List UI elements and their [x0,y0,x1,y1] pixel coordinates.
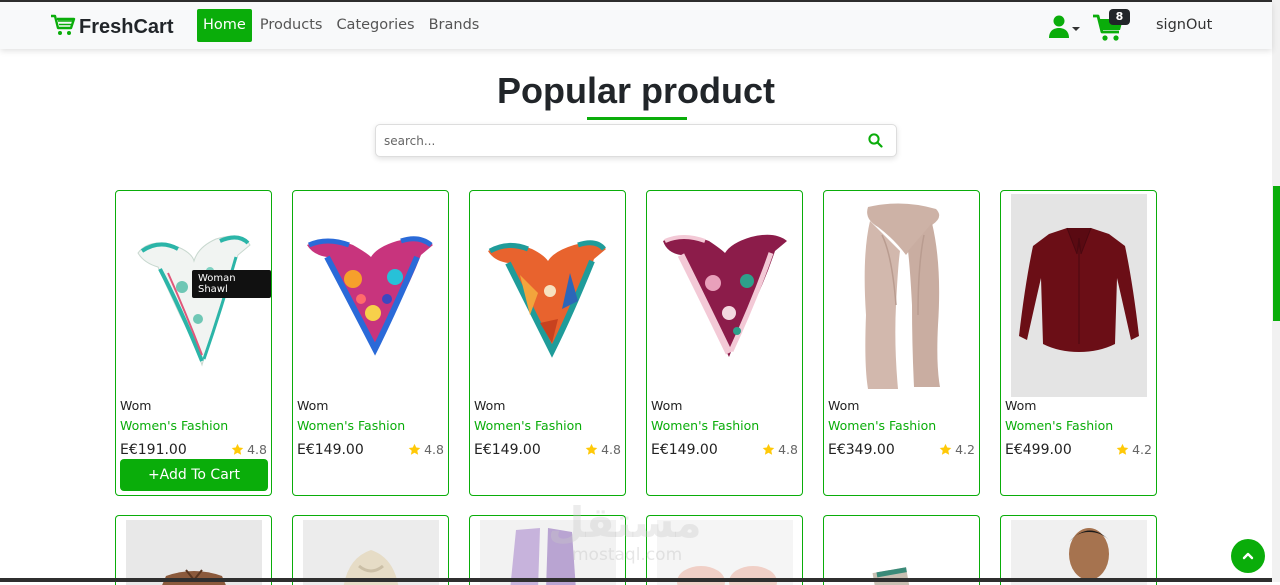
nav-link-categories[interactable]: Categories [329,9,421,42]
product-category-short: Wom [828,398,860,413]
product-card[interactable]: Wom Women's Fashion E€499.00 4.2 [1000,190,1157,496]
product-image[interactable] [474,195,622,395]
scrollbar-thumb[interactable] [1273,186,1280,321]
product-category: Women's Fashion [120,418,229,433]
product-image[interactable] [834,520,970,585]
product-price: E€499.00 [1005,442,1072,458]
rating-value: 4.8 [247,442,267,457]
product-price: E€149.00 [297,442,364,458]
product-price: E€191.00 [120,442,187,458]
rating-value: 4.2 [955,442,975,457]
product-card[interactable]: Wom Women's Fashion E€149.00 4.8 [646,190,803,496]
search-icon[interactable] [868,133,883,152]
product-price: E€349.00 [828,442,895,458]
product-card[interactable] [292,515,449,585]
signout-link[interactable]: signOut [1156,17,1212,33]
product-card[interactable] [823,515,980,585]
product-image[interactable] [828,195,976,395]
star-icon [939,443,952,455]
product-category-short: Wom [474,398,506,413]
product-category: Women's Fashion [297,418,406,433]
product-image[interactable] [1011,520,1147,585]
rating-value: 4.2 [1132,442,1152,457]
product-tooltip: Woman Shawl [192,270,271,298]
scroll-to-top-button[interactable] [1231,539,1265,573]
star-icon [231,443,244,455]
nav-link-brands[interactable]: Brands [422,9,487,42]
cart-button[interactable]: 8 [1092,9,1132,43]
star-icon [585,443,598,455]
chevron-up-icon [1242,552,1254,560]
star-icon [762,443,775,455]
nav-link-home[interactable]: Home [197,9,252,42]
star-icon [408,443,421,455]
watermark-url: mostaql.com [572,545,683,565]
product-rating: 4.2 [1116,442,1152,457]
product-card[interactable] [1000,515,1157,585]
product-category: Women's Fashion [651,418,760,433]
product-rating: 4.8 [408,442,444,457]
star-icon [1116,443,1129,455]
user-menu-toggle[interactable] [1048,14,1080,42]
cart-icon [50,13,76,41]
title-underline [587,117,687,120]
product-category: Women's Fashion [1005,418,1114,433]
product-image[interactable] [126,520,262,585]
product-card[interactable]: Woman Shawl Wom Women's Fashion E€191.00… [115,190,272,496]
product-card[interactable]: Wom Women's Fashion E€149.00 4.8 [292,190,449,496]
chevron-down-icon [1072,27,1080,31]
search-bar [375,124,897,157]
product-rating: 4.8 [762,442,798,457]
window-bottom-edge [0,578,1272,582]
page-title: Popular product [497,70,775,111]
product-category-short: Wom [1005,398,1037,413]
rating-value: 4.8 [601,442,621,457]
cart-count-badge: 8 [1109,9,1130,25]
nav-links: Home Products Categories Brands [197,9,486,42]
nav-link-products[interactable]: Products [253,9,330,42]
product-category-short: Wom [651,398,683,413]
rating-value: 4.8 [778,442,798,457]
user-icon [1048,14,1070,42]
product-image[interactable] [303,520,439,585]
product-rating: 4.2 [939,442,975,457]
product-rating: 4.8 [585,442,621,457]
add-to-cart-button[interactable]: +Add To Cart [120,459,268,491]
product-category-short: Wom [297,398,329,413]
product-image[interactable] [651,195,799,395]
navbar: FreshCart Home Products Categories Brand… [0,2,1272,49]
search-input[interactable] [376,125,846,156]
product-category: Women's Fashion [474,418,583,433]
product-card[interactable]: Wom Women's Fashion E€149.00 4.8 [469,190,626,496]
product-image[interactable] [1011,194,1147,397]
product-image[interactable] [297,195,445,395]
product-category: Women's Fashion [828,418,937,433]
product-card[interactable] [115,515,272,585]
watermark-logo: مستقل [548,498,702,547]
rating-value: 4.8 [424,442,444,457]
product-rating: 4.8 [231,442,267,457]
brand-logo[interactable]: FreshCart [50,13,173,41]
product-card[interactable]: Wom Women's Fashion E€349.00 4.2 [823,190,980,496]
product-price: E€149.00 [474,442,541,458]
product-price: E€149.00 [651,442,718,458]
product-category-short: Wom [120,398,152,413]
brand-name: FreshCart [79,15,174,38]
